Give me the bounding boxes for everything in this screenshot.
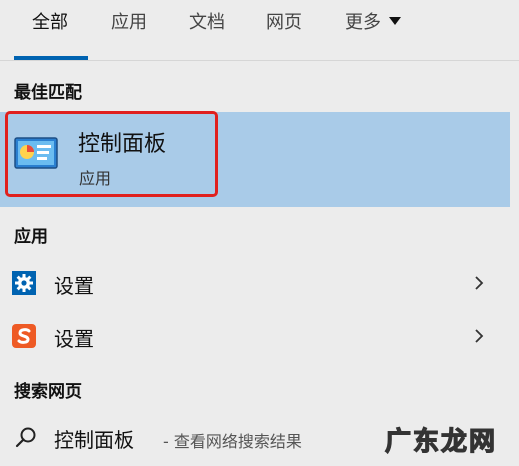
web-search-query: 控制面板 <box>54 428 134 452</box>
active-tab-indicator <box>14 56 88 60</box>
gear-icon <box>12 271 36 295</box>
chevron-right-icon <box>475 276 484 290</box>
tab-apps[interactable]: 应用 <box>111 0 147 60</box>
search-tabs: 全部 应用 文档 网页 更多 <box>0 0 519 61</box>
tab-web[interactable]: 网页 <box>266 0 302 60</box>
section-web-search: 搜索网页 <box>14 382 82 402</box>
web-search-hint: - 查看网络搜索结果 <box>163 432 302 451</box>
tab-all[interactable]: 全部 <box>32 0 68 60</box>
tab-more-label: 更多 <box>345 12 381 33</box>
app-result-sogou-settings[interactable]: 设置 <box>0 311 510 363</box>
app-result-label: 设置 <box>54 327 94 351</box>
caret-down-icon <box>389 17 401 25</box>
tab-more[interactable]: 更多 <box>345 0 401 60</box>
section-apps: 应用 <box>14 227 48 247</box>
app-result-label: 设置 <box>54 274 94 298</box>
highlight-outline <box>5 111 218 197</box>
sogou-s-icon <box>12 324 36 348</box>
search-icon <box>15 427 36 448</box>
tab-documents[interactable]: 文档 <box>189 0 225 60</box>
watermark: 广东龙网 <box>384 426 498 457</box>
chevron-right-icon <box>475 329 484 343</box>
section-best-match: 最佳匹配 <box>14 83 82 103</box>
app-result-settings[interactable]: 设置 <box>0 258 510 310</box>
